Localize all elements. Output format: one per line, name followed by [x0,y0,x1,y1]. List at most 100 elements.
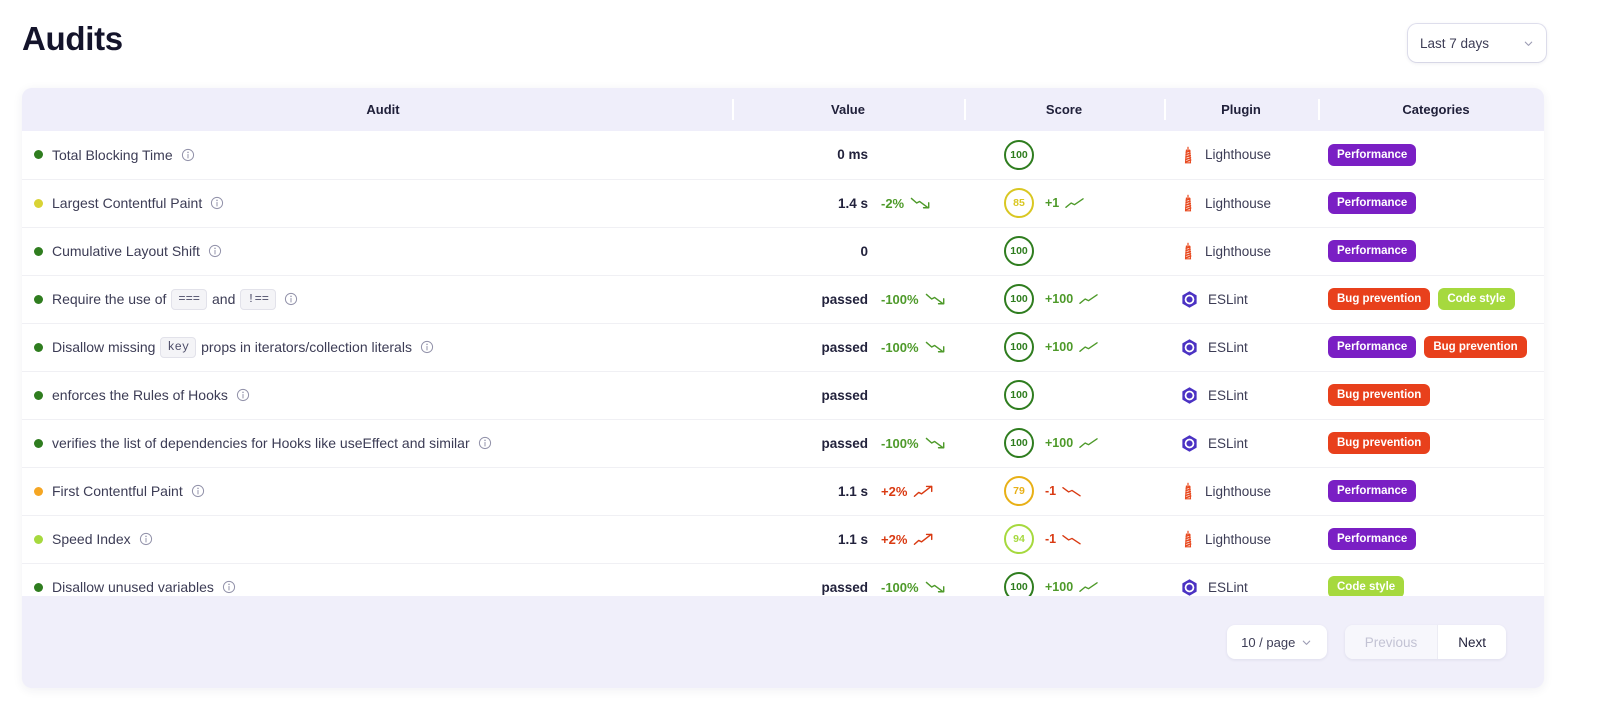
info-icon[interactable] [208,244,222,258]
category-badge[interactable]: Bug prevention [1424,335,1527,359]
trend-down-icon [1062,534,1081,545]
categories-cell: Performance [1318,226,1544,275]
table-row[interactable]: Total Blocking Time 0 ms 100 Lighthouse … [22,131,1544,179]
info-icon[interactable] [420,340,434,354]
table-row[interactable]: Disallow missing key props in iterators/co… [22,322,1544,371]
categories-cell: Performance [1318,514,1544,563]
info-icon[interactable] [284,292,298,306]
audit-name-cell: Cumulative Layout Shift [22,226,732,275]
trend-up-icon [914,533,933,545]
table-row[interactable]: Speed Index 1.1 s +2% 94 -1 Lighthouse P… [22,514,1544,563]
column-header-score[interactable]: Score [964,88,1164,131]
trend-down-icon [925,581,945,593]
value-text: passed [821,579,868,595]
category-badge[interactable]: Performance [1328,143,1417,166]
status-dot [34,246,43,256]
trend-up-icon [1079,294,1098,304]
value-text: 1.4 s [837,195,868,211]
plugin-cell: ESLint [1164,322,1318,371]
column-header-value[interactable]: Value [732,88,964,131]
value-text: 1.1 s [837,531,868,547]
audit-name: First Contentful Paint [52,483,205,499]
category-badge[interactable]: Performance [1328,335,1417,359]
per-page-select[interactable]: 10 / page [1226,625,1327,659]
info-icon[interactable] [478,436,492,450]
table-row[interactable]: enforces the Rules of Hooks passed 100 E… [22,370,1544,419]
column-header-plugin[interactable]: Plugin [1164,88,1318,131]
audit-name-text: and [212,291,236,307]
audit-name-cell: Largest Contentful Paint [22,178,732,227]
period-select[interactable]: Last 7 days [1408,24,1546,62]
chevron-down-icon [1524,41,1533,46]
plugin-label: Lighthouse [1205,483,1272,499]
categories-cell: Bug prevention [1318,370,1544,419]
value-cell: 1.1 s +2% [732,466,964,515]
audit-name: Disallow missing key props in iterators/co… [52,336,434,358]
score-ring: 100 [1004,139,1034,170]
table-row[interactable]: Largest Contentful Paint 1.4 s -2% 85 +1 [22,178,1544,227]
audit-name: Largest Contentful Paint [52,195,224,211]
status-dot [34,342,43,352]
score-ring: 85 [1004,188,1034,218]
trend-up-icon [1065,198,1085,208]
info-icon[interactable] [139,532,153,546]
value-delta-text: -2% [881,195,905,211]
value-cell: 1.4 s -2% [732,178,964,227]
category-badge[interactable]: Bug prevention [1328,287,1431,311]
table-row[interactable]: First Contentful Paint 1.1 s +2% 79 -1 L… [22,466,1544,515]
audit-name-cell: Total Blocking Time [22,131,732,179]
value-text: passed [821,339,868,355]
score-delta: +100 [1045,436,1099,450]
column-header-audit[interactable]: Audit [22,88,732,131]
score-delta-text: +100 [1045,340,1074,354]
category-badge[interactable]: Performance [1328,191,1417,215]
score-delta: -1 [1045,484,1082,498]
table-head: Audit Value Score Plugin Categories [22,88,1544,131]
score-cell: 100 +100 [964,418,1164,467]
categories-cell: Performance Bug prevention [1318,322,1544,371]
trend-down-icon [925,293,945,305]
info-icon[interactable] [222,580,236,594]
audit-name-text: enforces the Rules of Hooks [52,387,228,403]
lighthouse-icon [1184,482,1192,500]
trend-up-icon [1079,342,1098,352]
audit-name-text: Cumulative Layout Shift [52,243,200,259]
audit-name-cell: enforces the Rules of Hooks [22,370,732,419]
score-delta-text: +100 [1045,436,1074,450]
column-header-categories[interactable]: Categories [1318,88,1544,131]
info-icon[interactable] [210,196,224,210]
column-header-score-label: Score [1045,102,1083,117]
previous-page-button[interactable]: Previous [1344,625,1438,659]
trend-up-icon [1079,438,1098,448]
category-badge[interactable]: Performance [1328,479,1417,503]
audit-name: verifies the list of dependencies for Ho… [52,435,492,451]
category-badge[interactable]: Code style [1438,287,1515,311]
value-delta: -100% [881,580,946,595]
category-badge[interactable]: Bug prevention [1328,431,1431,455]
plugin-label: ESLint [1208,387,1248,403]
categories-cell: Performance [1318,178,1544,227]
category-badge[interactable]: Performance [1328,527,1417,551]
info-icon[interactable] [181,148,195,162]
category-badge[interactable]: Bug prevention [1328,383,1431,407]
plugin-label: ESLint [1208,435,1248,451]
table-row[interactable]: verifies the list of dependencies for Ho… [22,418,1544,467]
score-delta: +100 [1045,340,1099,354]
plugin-cell: ESLint [1164,274,1318,323]
value-delta: -100% [881,436,946,451]
info-icon[interactable] [236,388,250,402]
info-icon[interactable] [191,484,205,498]
value-delta: -2% [881,196,931,211]
table-row[interactable]: Require the use of === and !== passed -100%… [22,274,1544,323]
score-delta-text: +100 [1045,292,1074,306]
next-page-button[interactable]: Next [1438,625,1506,659]
table-row[interactable]: Cumulative Layout Shift 0 100 Lighthouse… [22,226,1544,275]
score-cell: 100 [964,226,1164,275]
category-badge[interactable]: Performance [1328,239,1417,263]
plugin-label: Lighthouse [1205,147,1272,163]
plugin-label: Lighthouse [1205,531,1272,547]
plugin-label: Lighthouse [1205,243,1272,259]
score-cell: 94 -1 [964,514,1164,563]
score-ring: 100 [1004,380,1034,410]
trend-down-icon [910,197,930,209]
